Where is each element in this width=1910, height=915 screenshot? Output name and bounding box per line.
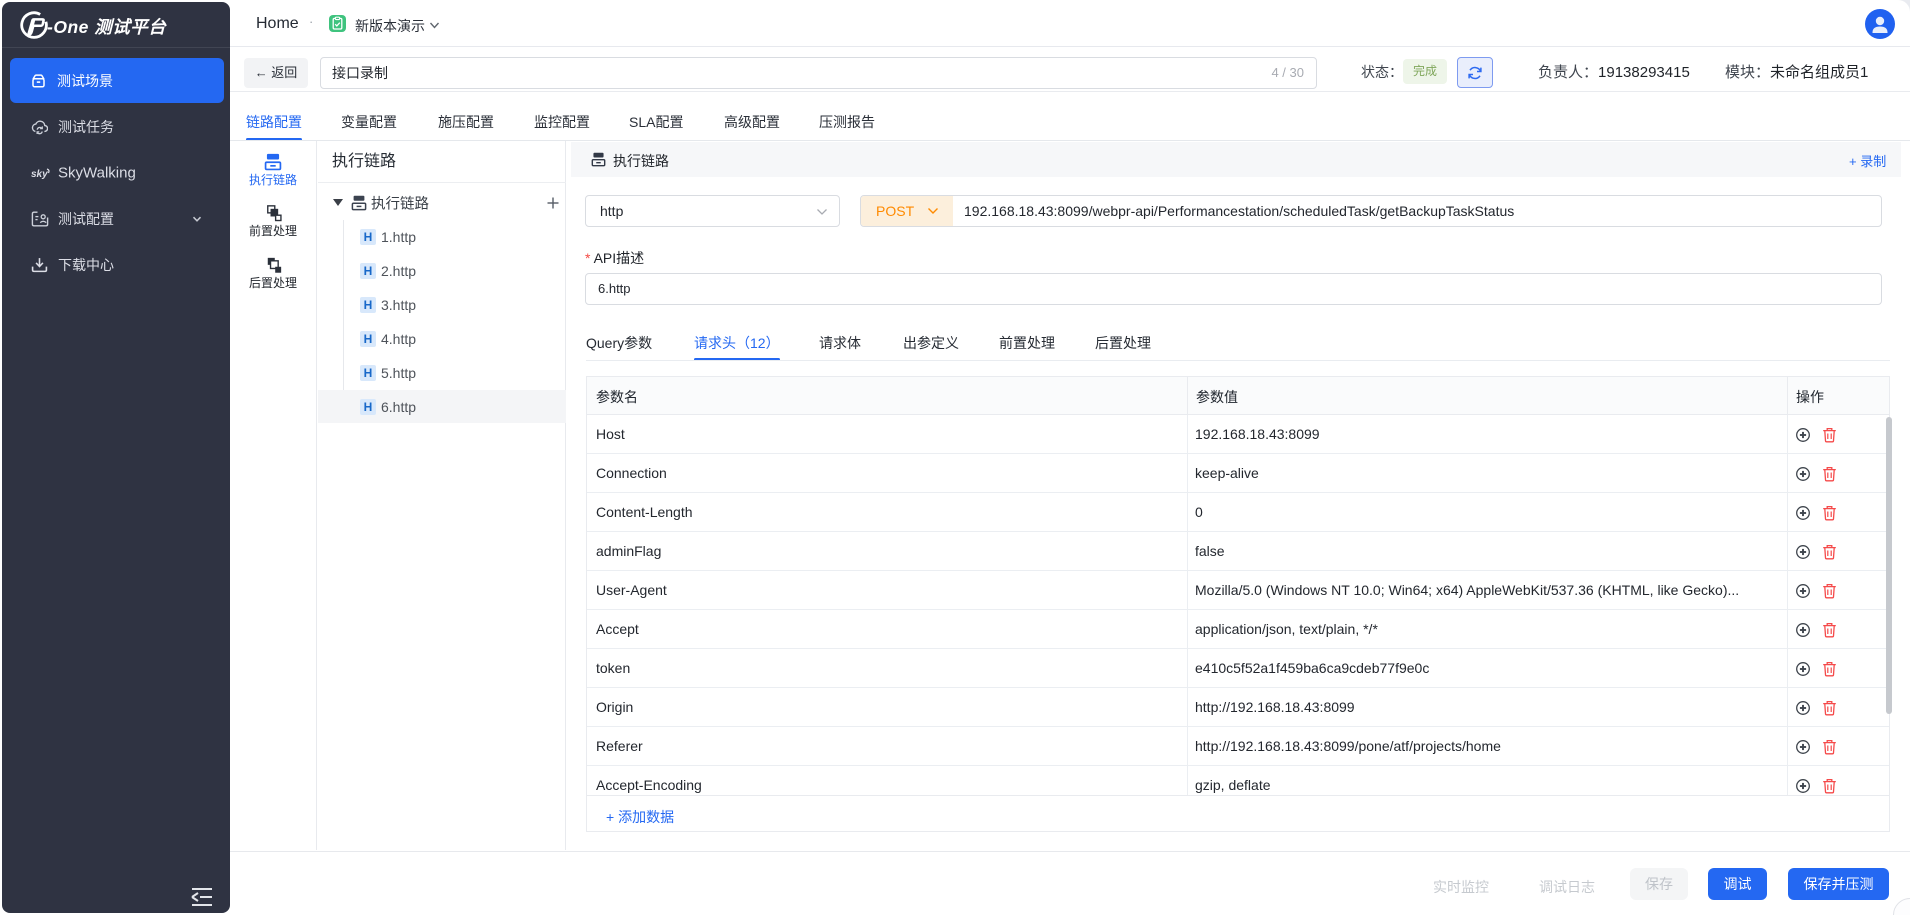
svg-text:sky: sky (31, 169, 48, 180)
